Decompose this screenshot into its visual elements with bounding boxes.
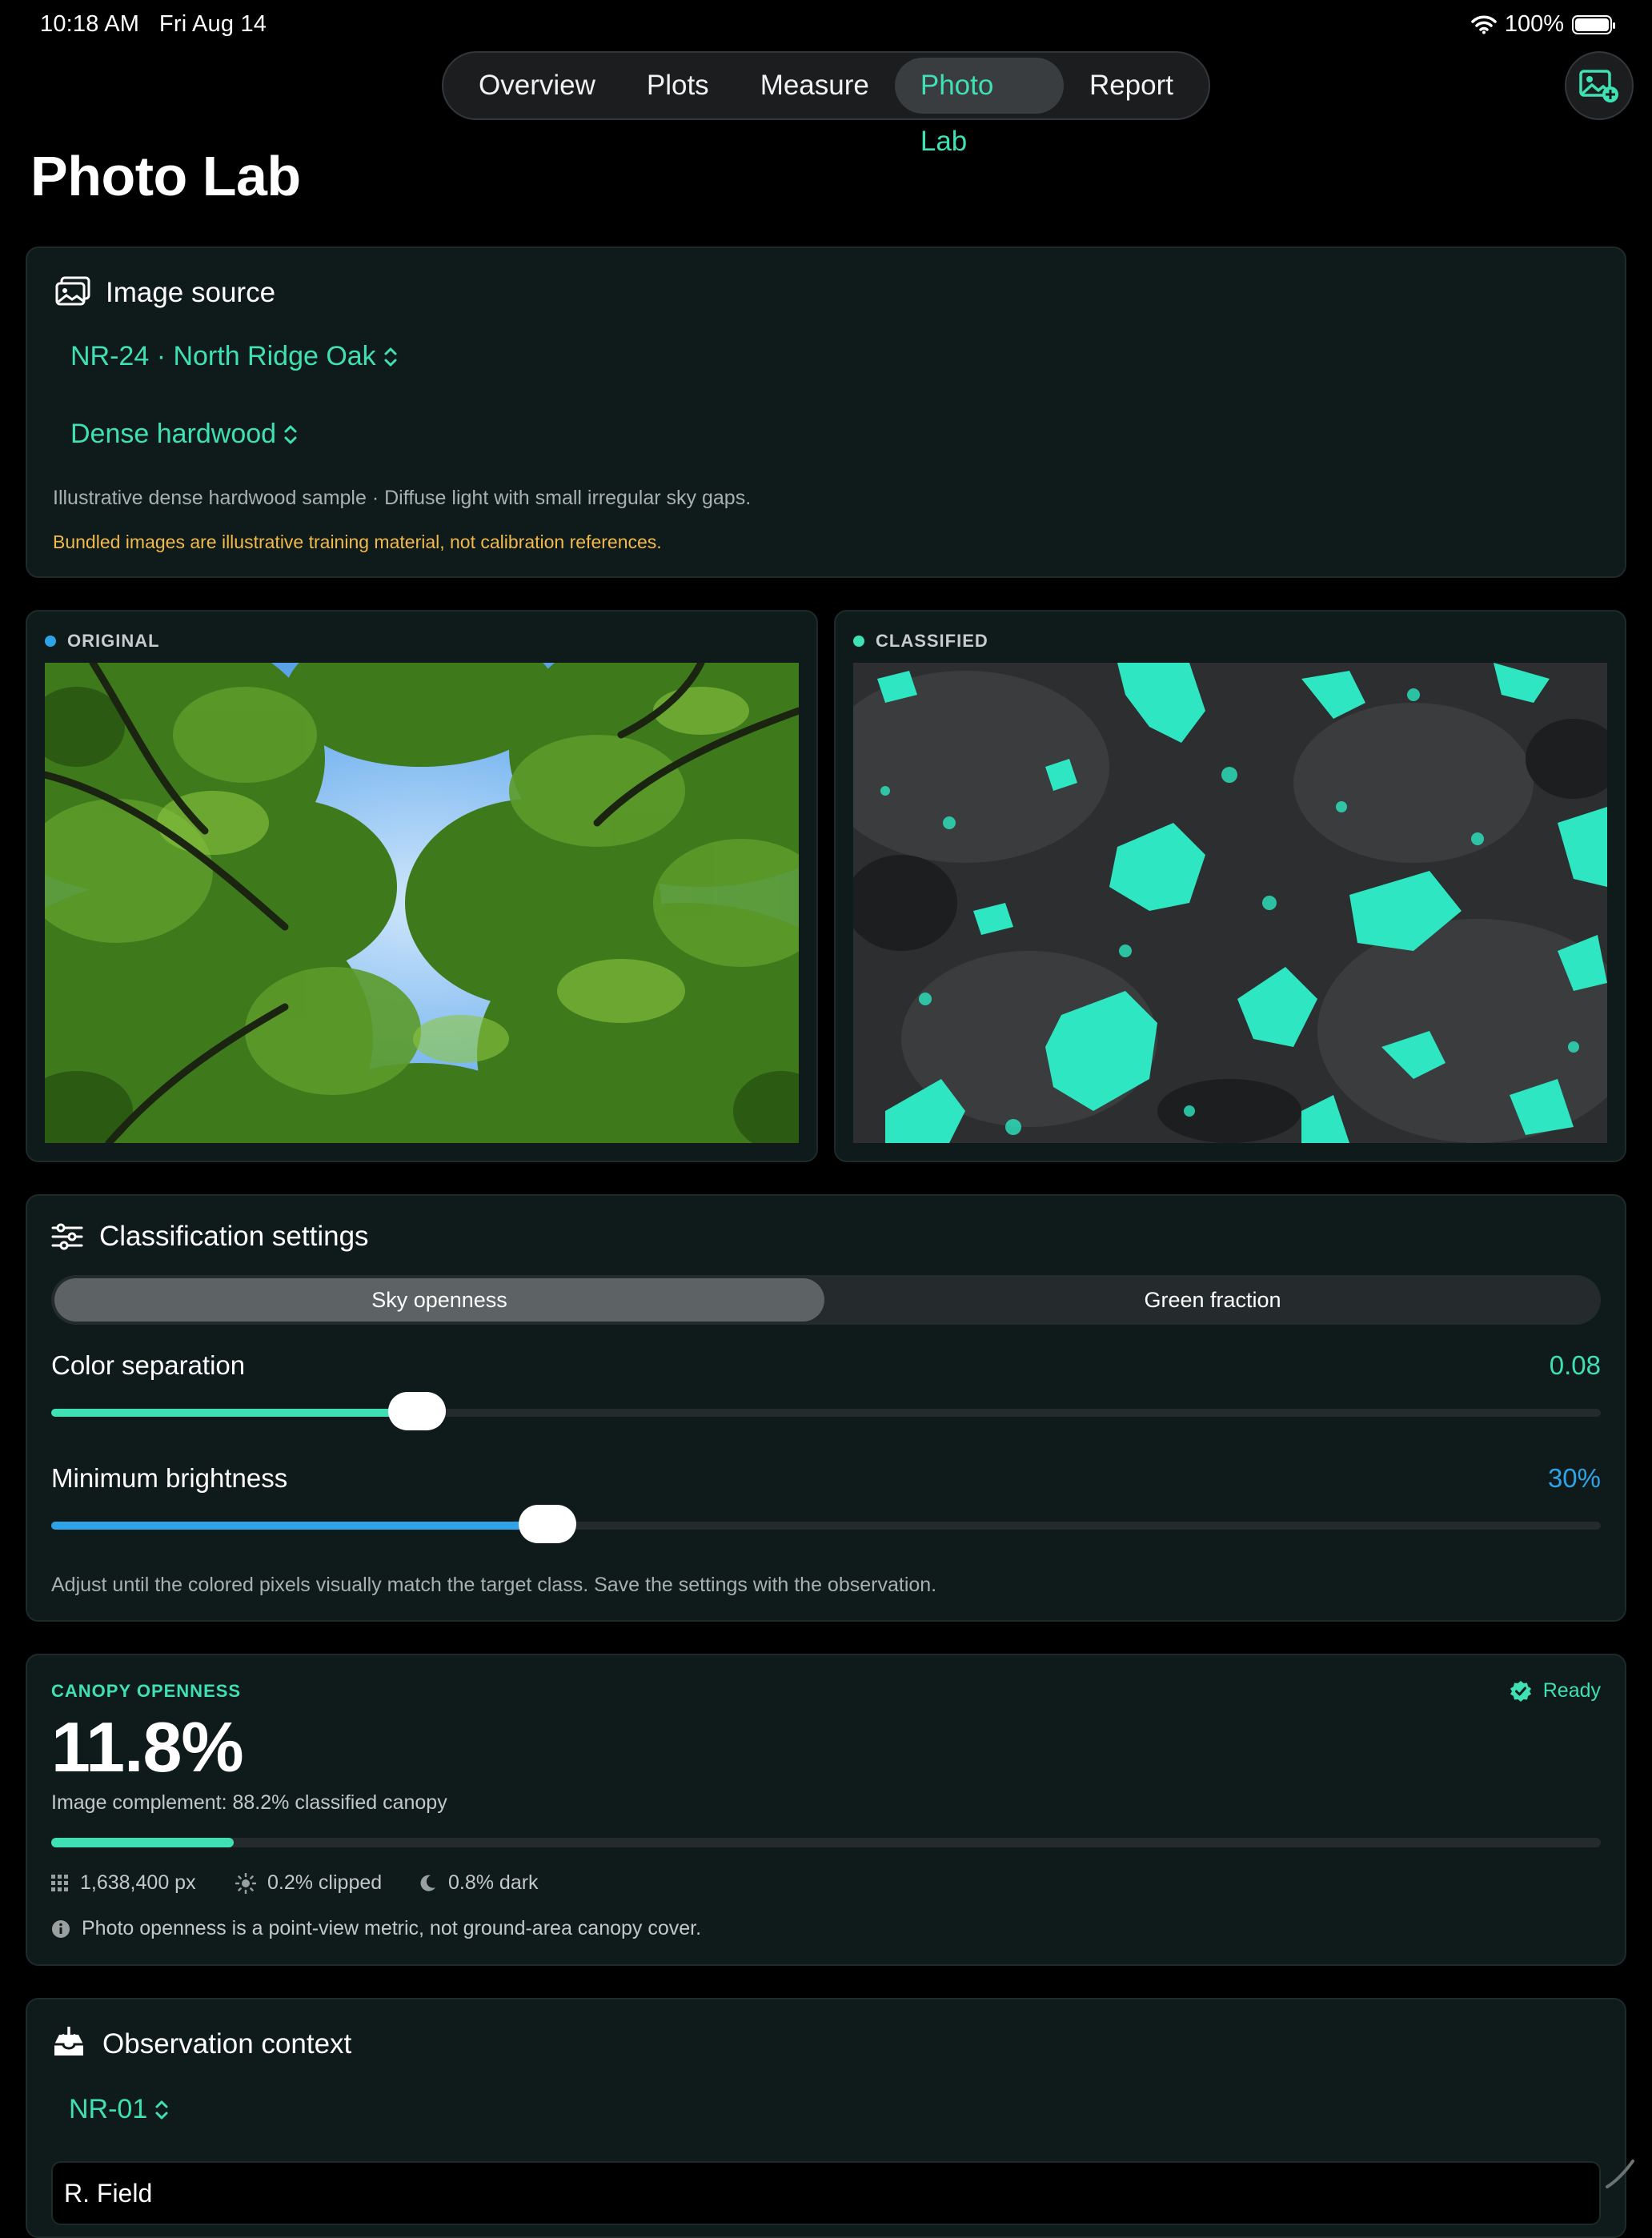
tab-photo-lab[interactable]: Photo Lab xyxy=(894,58,1064,157)
min-brightness-fill xyxy=(51,1522,547,1530)
canopy-openness-label: CANOPY OPENNESS xyxy=(51,1681,242,1701)
add-photo-button[interactable] xyxy=(1565,51,1634,120)
original-canopy-image[interactable] xyxy=(45,663,799,1143)
mode-sky-openness[interactable]: Sky openness xyxy=(54,1278,824,1322)
add-photo-icon xyxy=(1579,70,1618,102)
site-picker[interactable]: NR-24 · North Ridge Oak xyxy=(70,341,399,372)
pixel-grid-icon xyxy=(51,1874,68,1891)
dark-stat-text: 0.8% dark xyxy=(448,1871,539,1894)
pixel-count-text: 1,638,400 px xyxy=(80,1871,196,1894)
min-brightness-label: Minimum brightness xyxy=(51,1463,288,1493)
original-label: ORIGINAL xyxy=(45,631,160,652)
site-picker-label: NR-24 · North Ridge Oak xyxy=(70,341,376,371)
chevron-up-down-icon xyxy=(155,2100,168,2119)
canopy-complement: Image complement: 88.2% classified canop… xyxy=(51,1791,447,1814)
date: Fri Aug 14 xyxy=(158,11,267,37)
color-separation-value: 0.08 xyxy=(1549,1350,1601,1380)
clipped-stat: 0.2% clipped xyxy=(235,1871,382,1895)
classification-hint: Adjust until the colored pixels visually… xyxy=(51,1574,937,1596)
classified-label: CLASSIFIED xyxy=(853,631,988,652)
classified-canopy-image[interactable] xyxy=(853,663,1607,1143)
tab-report[interactable]: Report xyxy=(1064,58,1199,114)
photos-icon xyxy=(55,276,90,306)
top-tab-bar: Overview Plots Measure Photo Lab Report xyxy=(442,51,1210,157)
scroll-indicator-icon xyxy=(1606,2160,1634,2188)
ready-status-text: Ready xyxy=(1542,1679,1601,1702)
moon-icon xyxy=(420,1875,435,1891)
sliders-icon xyxy=(51,1223,83,1250)
sample-picker[interactable]: Dense hardwood xyxy=(70,419,299,450)
openness-note: Photo openness is a point-view metric, n… xyxy=(51,1917,701,1940)
battery-icon xyxy=(1572,14,1615,34)
original-dot xyxy=(45,636,56,647)
clipped-stat-text: 0.2% clipped xyxy=(267,1871,383,1894)
min-brightness-thumb[interactable] xyxy=(519,1505,576,1543)
checkmark-seal-icon xyxy=(1510,1680,1531,1702)
ready-status: Ready xyxy=(1510,1679,1601,1703)
classification-settings-card xyxy=(26,1194,1626,1622)
color-separation-slider[interactable] xyxy=(51,1392,1601,1430)
observer-field[interactable]: R. Field xyxy=(51,2161,1601,2225)
pixel-count: 1,638,400 px xyxy=(51,1871,196,1895)
image-source-card: Image source NR-24 · North Ridge Oak Den… xyxy=(26,247,1626,578)
sample-warning: Bundled images are illustrative training… xyxy=(53,531,662,552)
plot-picker[interactable]: NR-01 xyxy=(69,2094,170,2125)
min-brightness-value: 30% xyxy=(1547,1463,1601,1493)
status-time: 10:18 AM Fri Aug 14 xyxy=(40,11,267,38)
page-title: Photo Lab xyxy=(30,145,301,207)
chevron-up-down-icon xyxy=(284,425,297,443)
dark-stat: 0.8% dark xyxy=(418,1871,539,1895)
color-separation-label: Color separation xyxy=(51,1350,246,1380)
info-icon xyxy=(52,1919,70,1938)
original-panel: ORIGINAL xyxy=(26,610,818,1162)
canopy-openness-value: 11.8% xyxy=(51,1707,244,1787)
battery-percent: 100% xyxy=(1504,11,1564,37)
wifi-icon xyxy=(1471,15,1497,34)
status-right: 100% xyxy=(1471,11,1615,38)
tab-overview[interactable]: Overview xyxy=(453,58,621,114)
classified-label-text: CLASSIFIED xyxy=(876,631,988,651)
openness-progress-fill xyxy=(51,1838,234,1847)
clock: 10:18 AM xyxy=(40,11,140,37)
min-brightness-slider[interactable] xyxy=(51,1505,1601,1543)
mode-segmented-control: Sky openness Green fraction xyxy=(51,1275,1601,1325)
classified-panel: CLASSIFIED xyxy=(834,610,1626,1162)
openness-progress-bar xyxy=(51,1838,1601,1847)
status-bar: 10:18 AM Fri Aug 14 100% xyxy=(0,0,1652,51)
classification-title: Classification settings xyxy=(99,1221,369,1252)
openness-note-text: Photo openness is a point-view metric, n… xyxy=(82,1917,702,1939)
color-separation-thumb[interactable] xyxy=(388,1392,446,1430)
observation-title: Observation context xyxy=(102,2028,352,2060)
tab-measure[interactable]: Measure xyxy=(735,58,895,114)
sample-picker-label: Dense hardwood xyxy=(70,419,277,449)
classified-dot xyxy=(853,636,864,647)
color-separation-fill xyxy=(51,1409,417,1417)
original-label-text: ORIGINAL xyxy=(67,631,160,651)
image-source-title: Image source xyxy=(106,277,276,308)
sample-description: Illustrative dense hardwood sample · Dif… xyxy=(53,487,752,509)
plot-picker-label: NR-01 xyxy=(69,2094,148,2124)
sun-icon xyxy=(235,1872,256,1894)
tab-plots[interactable]: Plots xyxy=(621,58,735,114)
tray-download-icon xyxy=(54,2027,83,2056)
mode-green-fraction[interactable]: Green fraction xyxy=(828,1278,1598,1322)
chevron-up-down-icon xyxy=(384,347,397,366)
